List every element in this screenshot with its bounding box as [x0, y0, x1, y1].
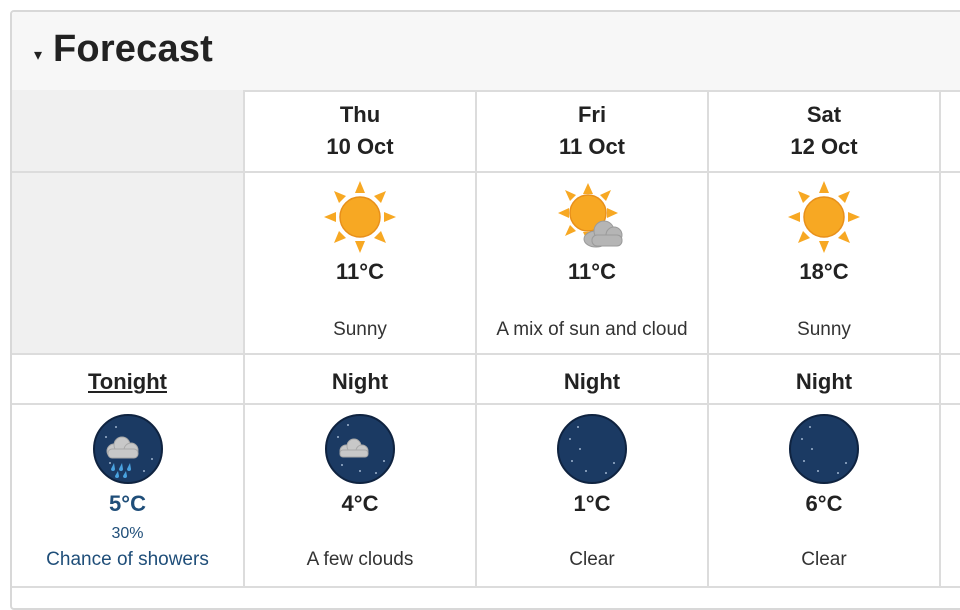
- day-date: 10 Oct: [326, 134, 394, 159]
- night-temp: 1°C: [573, 491, 611, 516]
- night-clear-icon: [789, 414, 859, 484]
- day-condition: Sunny: [333, 319, 387, 340]
- day-date: 12 Oct: [790, 134, 858, 159]
- day-date: 11 Oct: [558, 134, 626, 159]
- sun-icon: [788, 181, 860, 253]
- night-temp: 4°C: [341, 491, 379, 516]
- empty-header-cell: [12, 90, 243, 171]
- day-condition: Sunny: [797, 319, 851, 340]
- night-forecast-thu[interactable]: 4°C A few clouds: [245, 405, 475, 586]
- tonight-header[interactable]: Tonight: [12, 355, 243, 403]
- day-of-week: Sat: [806, 102, 842, 127]
- night-showers-icon: [92, 414, 163, 484]
- row-divider: [12, 586, 960, 588]
- night-condition: A few clouds: [306, 549, 414, 570]
- tonight-condition: Chance of showers: [46, 549, 209, 570]
- night-label: Night: [331, 369, 389, 394]
- day-forecast-fri[interactable]: 11°C A mix of sun and cloud: [477, 173, 707, 353]
- tonight-forecast[interactable]: 5°C 30% Chance of showers: [12, 405, 243, 586]
- day-temp: 18°C: [799, 259, 849, 284]
- empty-day-cell: [12, 173, 243, 353]
- column-divider: [939, 90, 941, 588]
- night-cloud-icon: [325, 414, 395, 484]
- night-header-thu: Night: [245, 355, 475, 403]
- collapse-toggle-icon[interactable]: ▾: [34, 45, 42, 65]
- day-temp: 11°C: [336, 259, 384, 284]
- day-header-thu: Thu 10 Oct: [245, 90, 475, 171]
- sun-icon: [324, 181, 396, 253]
- night-forecast-fri[interactable]: 1°C Clear: [477, 405, 707, 586]
- night-temp: 6°C: [805, 491, 843, 516]
- night-forecast-sat[interactable]: 6°C Clear: [709, 405, 939, 586]
- precip-probability: 30%: [111, 525, 144, 542]
- panel-title: Forecast: [53, 28, 214, 70]
- day-forecast-sat[interactable]: 18°C Sunny: [709, 173, 939, 353]
- night-label: Night: [795, 369, 853, 394]
- night-condition: Clear: [569, 549, 615, 570]
- day-condition: A mix of sun and cloud: [496, 319, 688, 340]
- tonight-temp: 5°C: [109, 491, 146, 516]
- day-header-sat: Sat 12 Oct: [709, 90, 939, 171]
- day-of-week: Thu: [339, 102, 381, 127]
- night-header-fri: Night: [477, 355, 707, 403]
- night-label: Night: [563, 369, 621, 394]
- panel-header[interactable]: ▾ Forecast: [12, 12, 960, 92]
- day-header-fri: Fri 11 Oct: [477, 90, 707, 171]
- night-clear-icon: [557, 414, 627, 484]
- tonight-label[interactable]: Tonight: [12, 369, 243, 395]
- sun-cloud-icon: [558, 183, 623, 248]
- day-of-week: Fri: [577, 102, 607, 127]
- day-forecast-thu[interactable]: 11°C Sunny: [245, 173, 475, 353]
- night-header-sat: Night: [709, 355, 939, 403]
- night-condition: Clear: [801, 549, 847, 570]
- day-temp: 11°C: [568, 259, 616, 284]
- forecast-panel: ▾ Forecast Thu 10 Oct Fri 11 Oct Sat 12 …: [10, 10, 960, 610]
